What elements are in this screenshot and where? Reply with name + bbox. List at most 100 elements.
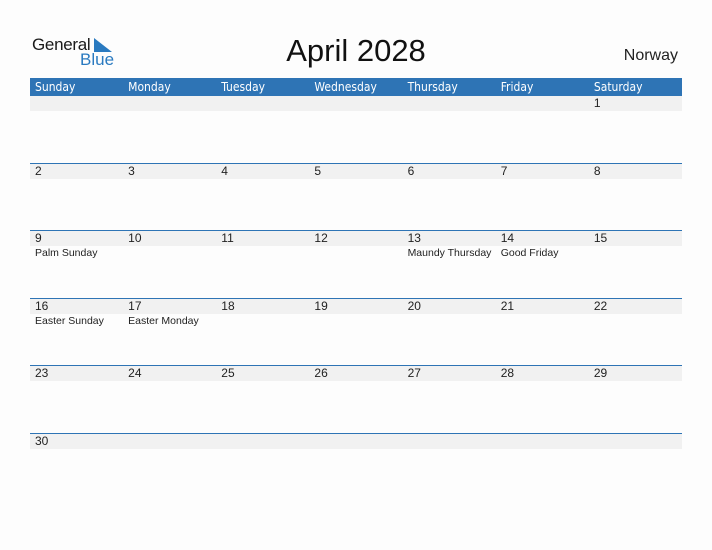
weekday-saturday: Saturday <box>593 80 643 94</box>
day-cell <box>403 96 496 163</box>
day-cell <box>496 434 589 501</box>
day-number: 7 <box>500 163 508 178</box>
day-number: 2 <box>35 163 42 178</box>
day-cell: 12 <box>309 231 402 298</box>
day-number: 28 <box>500 366 515 380</box>
day-cell <box>403 434 496 501</box>
day-cell: 1 <box>589 96 682 163</box>
day-number: 15 <box>593 231 608 245</box>
week-cells: 23 24 25 26 27 28 29 <box>30 366 682 433</box>
day-number: 26 <box>314 366 328 380</box>
day-cell: 5 <box>309 164 402 231</box>
day-cell: 6 <box>403 164 496 231</box>
day-cell: 7 <box>496 164 589 231</box>
holiday-label: Maundy Thursday <box>407 247 492 259</box>
day-number: 20 <box>407 298 421 313</box>
day-number: 23 <box>35 366 49 380</box>
day-number: 22 <box>593 298 608 313</box>
day-cell: 17 Easter Monday <box>123 299 216 366</box>
weekday-monday: Monday <box>128 80 171 94</box>
day-number: 8 <box>593 163 601 178</box>
day-number: 17 <box>128 298 142 313</box>
day-cell: 19 <box>309 299 402 366</box>
weekday-friday: Friday <box>500 80 534 94</box>
day-cell: 2 <box>30 164 123 231</box>
day-cell <box>216 434 309 501</box>
day-number <box>501 434 589 449</box>
day-cell: 9 Palm Sunday <box>30 231 123 298</box>
holiday-label: Good Friday <box>500 247 559 259</box>
day-cell: 3 <box>123 164 216 231</box>
week-cells: 1 <box>30 96 682 163</box>
day-cell: 30 <box>30 434 123 501</box>
day-cell: 4 <box>216 164 309 231</box>
country-label: Norway <box>623 47 678 64</box>
day-number: 11 <box>221 231 234 245</box>
day-cell: 24 <box>123 366 216 433</box>
day-cell <box>123 96 216 163</box>
day-number: 30 <box>35 433 49 448</box>
day-number <box>314 96 402 111</box>
day-cell: 26 <box>309 366 402 433</box>
weekday-wednesday: Wednesday <box>314 80 377 94</box>
day-number <box>408 96 496 111</box>
week-row: 2 3 4 5 6 7 8 <box>30 162 682 231</box>
weekday-sunday: Sunday <box>35 80 76 94</box>
day-cell <box>309 96 402 163</box>
day-number <box>128 434 216 449</box>
week-row: 30 <box>30 432 682 501</box>
week-row: 16 Easter Sunday 17 Easter Monday 18 19 20 21 22 <box>30 297 682 366</box>
day-cell: 29 <box>589 366 682 433</box>
day-cell <box>589 434 682 501</box>
day-number: 4 <box>221 163 228 178</box>
day-number: 1 <box>593 96 601 110</box>
day-number: 6 <box>407 163 415 178</box>
holiday-label: Palm Sunday <box>35 247 98 259</box>
day-cell: 22 <box>589 299 682 366</box>
day-number <box>408 434 496 449</box>
day-number <box>594 434 682 449</box>
day-number: 25 <box>221 366 235 380</box>
day-number: 13 <box>407 231 421 245</box>
day-number: 21 <box>500 298 515 313</box>
week-row: 1 <box>30 96 682 163</box>
week-row: 23 24 25 26 27 28 29 <box>30 365 682 433</box>
day-number <box>128 96 216 111</box>
week-row: 9 Palm Sunday 10 11 12 13 Maundy Thursday 14 Goo… <box>30 230 682 298</box>
day-number: 18 <box>221 298 235 313</box>
day-cell <box>216 96 309 163</box>
day-cell: 20 <box>403 299 496 366</box>
day-cell: 21 <box>496 299 589 366</box>
weekday-header: Sunday Monday Tuesday Wednesday Thursday… <box>30 78 682 96</box>
day-number: 16 <box>35 298 49 313</box>
day-cell: 14 Good Friday <box>496 231 589 298</box>
weekday-tuesday: Tuesday <box>221 80 266 94</box>
day-cell <box>30 96 123 163</box>
day-number <box>314 434 402 449</box>
day-number: 14 <box>500 231 515 245</box>
day-cell <box>123 434 216 501</box>
day-cell: 16 Easter Sunday <box>30 299 123 366</box>
day-cell: 11 <box>216 231 309 298</box>
day-number: 29 <box>593 366 608 380</box>
day-number: 12 <box>314 231 328 245</box>
day-number: 19 <box>314 298 328 313</box>
week-cells: 30 <box>30 434 682 501</box>
day-number <box>35 96 123 111</box>
week-cells: 9 Palm Sunday 10 11 12 13 Maundy Thursday 14 Goo… <box>30 231 682 298</box>
day-number <box>501 96 589 111</box>
holiday-label: Easter Monday <box>128 314 199 327</box>
day-number <box>221 434 309 449</box>
day-cell: 15 <box>589 231 682 298</box>
day-number: 5 <box>314 163 322 178</box>
day-number: 3 <box>128 163 135 178</box>
day-cell: 13 Maundy Thursday <box>403 231 496 298</box>
week-cells: 16 Easter Sunday 17 Easter Monday 18 19 20 21 22 <box>30 299 682 366</box>
weekday-thursday: Thursday <box>407 80 458 94</box>
day-cell <box>496 96 589 163</box>
day-cell: 28 <box>496 366 589 433</box>
day-cell: 10 <box>123 231 216 298</box>
calendar: Sunday Monday Tuesday Wednesday Thursday… <box>30 78 682 500</box>
weeks-container: 1 2 3 4 5 6 7 8 9 Palm Sunday 10 11 12 13 Maundy Thurs… <box>30 96 682 500</box>
day-cell: 18 <box>216 299 309 366</box>
